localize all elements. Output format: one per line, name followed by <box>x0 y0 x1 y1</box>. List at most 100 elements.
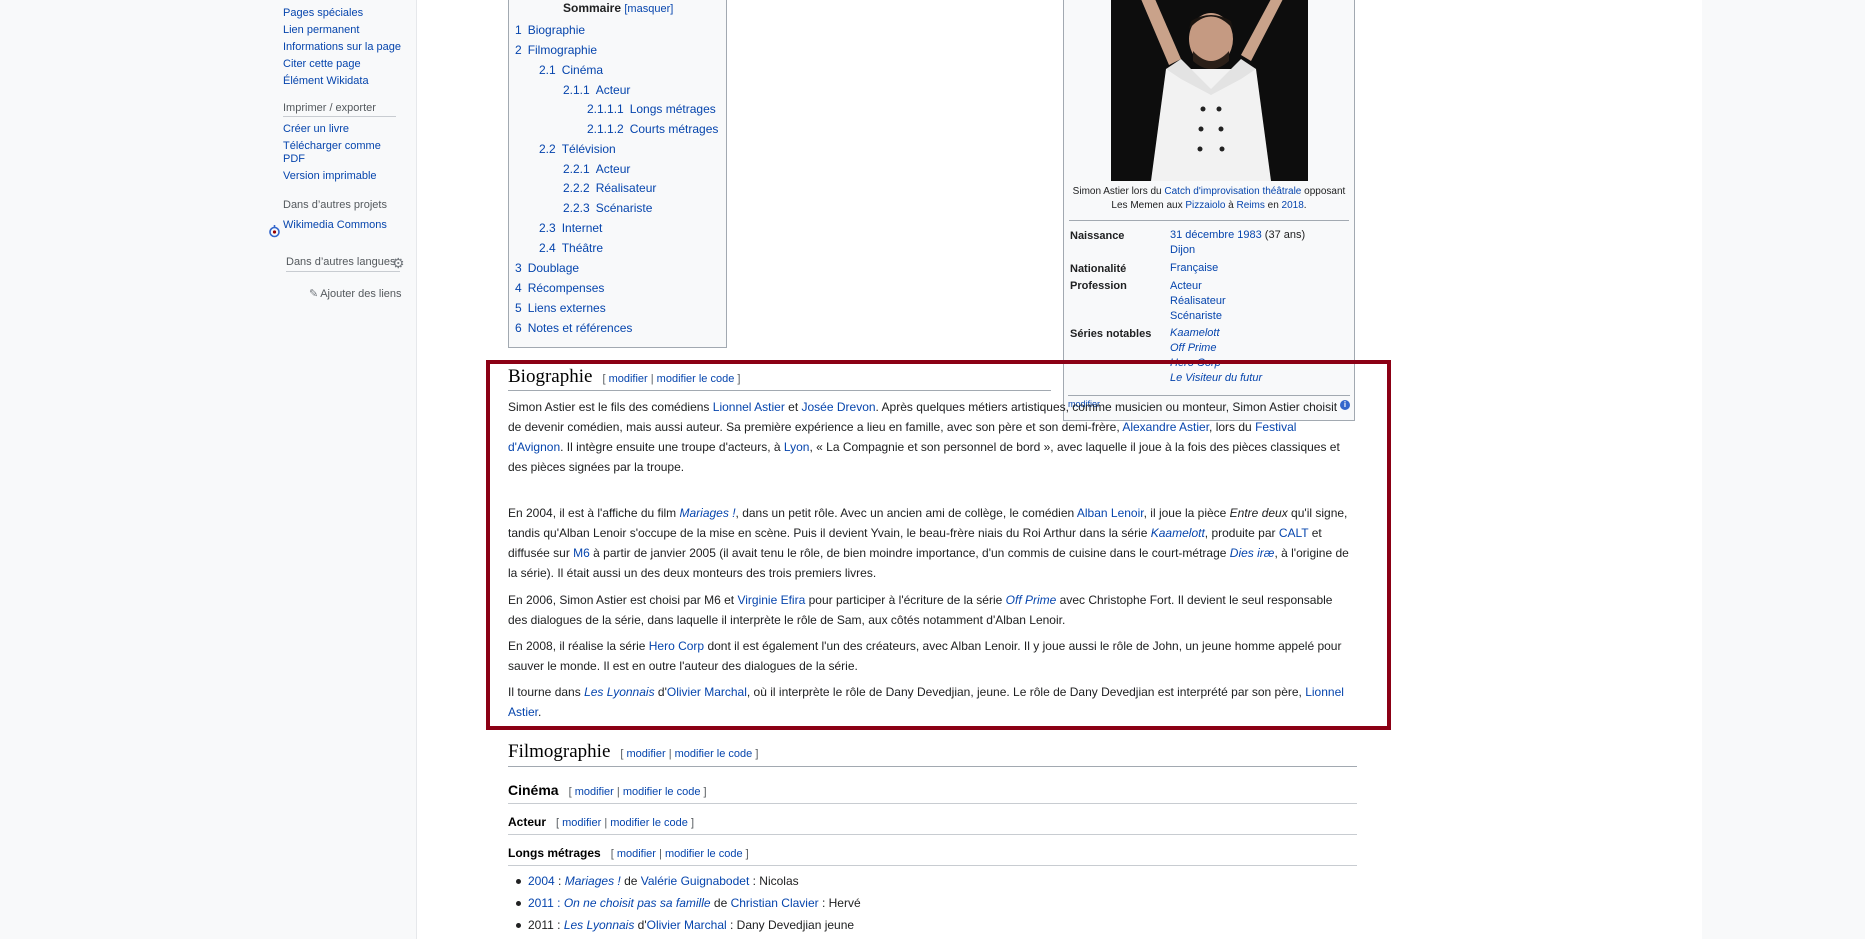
toc-entry[interactable]: 3 Doublage <box>515 261 579 275</box>
toc-entry[interactable]: 4 Récompenses <box>515 281 604 295</box>
toc-entry[interactable]: 5 Liens externes <box>515 301 606 315</box>
heading-acteur: Acteur[ modifier | modifier le code ] <box>508 815 695 829</box>
series-link[interactable]: Kaamelott <box>1170 327 1220 339</box>
sidebar-heading-print: Imprimer / exporter <box>283 102 396 117</box>
edit-section-links: [ modifier | modifier le code ] <box>556 817 695 829</box>
edit-section-links: [ modifier | modifier le code ] <box>620 748 759 760</box>
sidebar-item-cite[interactable]: Citer cette page <box>283 58 403 71</box>
toc-entry-label: Internet <box>561 221 603 235</box>
toc-entry-label: Acteur <box>595 83 631 97</box>
toc-entry[interactable]: 2.1.1.2 Courts métrages <box>587 122 718 136</box>
sidebar-item-permalink[interactable]: Lien permanent <box>283 24 403 37</box>
list-item: 2011 : Les Lyonnais d'Olivier Marchal : … <box>516 914 861 936</box>
value-profession: Acteur Réalisateur Scénariste <box>1170 279 1226 324</box>
value-nationalite: Française <box>1170 261 1218 276</box>
toc-entry[interactable]: 2.1 Cinéma <box>539 63 603 77</box>
toc-entry-number: 2.2 <box>539 142 556 156</box>
birth-date-link[interactable]: 31 décembre 1983 <box>1170 229 1262 241</box>
toc-entry-label: Courts métrages <box>629 122 719 136</box>
toc-entry[interactable]: 2.2.2 Réalisateur <box>563 181 656 195</box>
toc-entry[interactable]: 2.1.1.1 Longs métrages <box>587 102 716 116</box>
table-of-contents: Sommaire [masquer] 1 Biographie 2 Filmograp… <box>508 0 727 348</box>
profession-link[interactable]: Scénariste <box>1170 310 1222 322</box>
toc-entry-number: 2.2.1 <box>563 162 590 176</box>
toc-entry[interactable]: 2.2.1 Acteur <box>563 162 630 176</box>
sidebar: Pages spéciales Lien permanent Informati… <box>283 0 403 236</box>
director-link[interactable]: Valérie Guignabodet <box>641 874 750 888</box>
film-link[interactable]: On ne choisit pas sa famille <box>564 896 711 910</box>
toc-entry-label: Cinéma <box>561 63 604 77</box>
toc-toggle[interactable]: [masquer] <box>624 3 673 15</box>
toc-entry-label: Télévision <box>561 142 616 156</box>
sidebar-item-commons[interactable]: Wikimedia Commons <box>283 219 403 232</box>
toc-entry[interactable]: 2 Filmographie <box>515 43 597 57</box>
edit-section-links: [ modifier | modifier le code ] <box>568 786 707 798</box>
director-link[interactable]: Olivier Marchal <box>647 918 727 932</box>
profession-link[interactable]: Réalisateur <box>1170 295 1226 307</box>
sidebar-item-wikidata[interactable]: Élément Wikidata <box>283 75 403 88</box>
infobox-divider <box>1069 220 1349 221</box>
toc-entry-label: Longs métrages <box>629 102 716 116</box>
edit-link[interactable]: modifier <box>617 848 656 860</box>
wikimedia-commons-icon <box>269 225 280 238</box>
edit-link[interactable]: modifier <box>627 748 666 760</box>
profession-link[interactable]: Acteur <box>1170 280 1202 292</box>
film-link[interactable]: Mariages ! <box>565 874 621 888</box>
toc-entry[interactable]: 2.3 Internet <box>539 221 602 235</box>
sidebar-item-page-info[interactable]: Informations sur la page <box>283 41 403 54</box>
sidebar-heading-projects: Dans d’autres projets <box>283 199 387 211</box>
toc-entry[interactable]: 2.4 Théâtre <box>539 241 603 255</box>
film-link[interactable]: Les Lyonnais <box>564 918 635 932</box>
caption-link-reims[interactable]: Reims <box>1237 200 1265 211</box>
sidebar-item-download-pdf[interactable]: Télécharger comme PDF <box>283 140 388 166</box>
toc-entry[interactable]: 1 Biographie <box>515 23 585 37</box>
year-link[interactable]: 2004 <box>528 874 555 888</box>
sidebar-heading-languages: Dans d’autres langues <box>286 256 400 272</box>
director-link[interactable]: Christian Clavier <box>731 896 819 910</box>
edit-source-link[interactable]: modifier le code <box>610 817 688 829</box>
left-gutter <box>0 0 163 939</box>
sidebar-item-printable[interactable]: Version imprimable <box>283 170 403 183</box>
add-links[interactable]: ✎ Ajouter des liens <box>309 287 402 300</box>
caption-link-catch[interactable]: Catch d'improvisation théâtrale <box>1164 186 1301 197</box>
series-link[interactable]: Off Prime <box>1170 342 1216 354</box>
toc-entry-number: 4 <box>515 281 522 295</box>
sidebar-item-special-pages[interactable]: Pages spéciales <box>283 7 403 20</box>
toc-entry-label: Acteur <box>595 162 631 176</box>
edit-source-link[interactable]: modifier le code <box>665 848 743 860</box>
toc-entry[interactable]: 2.1.1 Acteur <box>563 83 630 97</box>
caption-link-pizzaiolo[interactable]: Pizzaiolo <box>1185 200 1225 211</box>
toc-entry-number: 2.1 <box>539 63 556 77</box>
edit-source-link[interactable]: modifier le code <box>675 748 753 760</box>
caption-link-2018[interactable]: 2018 <box>1282 200 1304 211</box>
edit-section-links: [ modifier | modifier le code ] <box>610 848 749 860</box>
label-naissance: Naissance <box>1070 230 1125 242</box>
toc-entry-number: 2.2.2 <box>563 181 590 195</box>
toc-entry-number: 6 <box>515 321 522 335</box>
toc-entry-number: 2.2.3 <box>563 201 590 215</box>
pencil-icon: ✎ <box>309 288 319 300</box>
heading-filmographie: Filmographie[ modifier | modifier le cod… <box>508 741 759 762</box>
toc-entry[interactable]: 6 Notes et références <box>515 321 632 335</box>
toc-entry[interactable]: 2.2 Télévision <box>539 142 616 156</box>
toc-entry-number: 2.1.1.1 <box>587 102 624 116</box>
toc-entry-label: Notes et références <box>527 321 633 335</box>
toc-entry-number: 2 <box>515 43 522 57</box>
photo-caption: Simon Astier lors du Catch d'improvisati… <box>1072 186 1346 211</box>
year-link[interactable]: 2011 <box>528 896 554 910</box>
toc-entry-label: Liens externes <box>527 301 606 315</box>
heading-underline <box>508 834 1357 835</box>
edit-source-link[interactable]: modifier le code <box>623 786 701 798</box>
add-links-label: Ajouter des liens <box>320 288 402 300</box>
edit-link[interactable]: modifier <box>562 817 601 829</box>
gear-icon[interactable]: ⚙ <box>392 255 405 272</box>
sidebar-item-create-book[interactable]: Créer un livre <box>283 123 403 136</box>
nationality-link[interactable]: Française <box>1170 262 1218 274</box>
toc-entry[interactable]: 2.2.3 Scénariste <box>563 201 652 215</box>
list-item: 2004 : Mariages ! de Valérie Guignabodet… <box>516 870 861 892</box>
label-series: Séries notables <box>1070 328 1152 340</box>
birth-place-link[interactable]: Dijon <box>1170 244 1195 256</box>
edit-link[interactable]: modifier <box>575 786 614 798</box>
heading-underline <box>508 865 1357 866</box>
toc-entry-number: 2.4 <box>539 241 556 255</box>
